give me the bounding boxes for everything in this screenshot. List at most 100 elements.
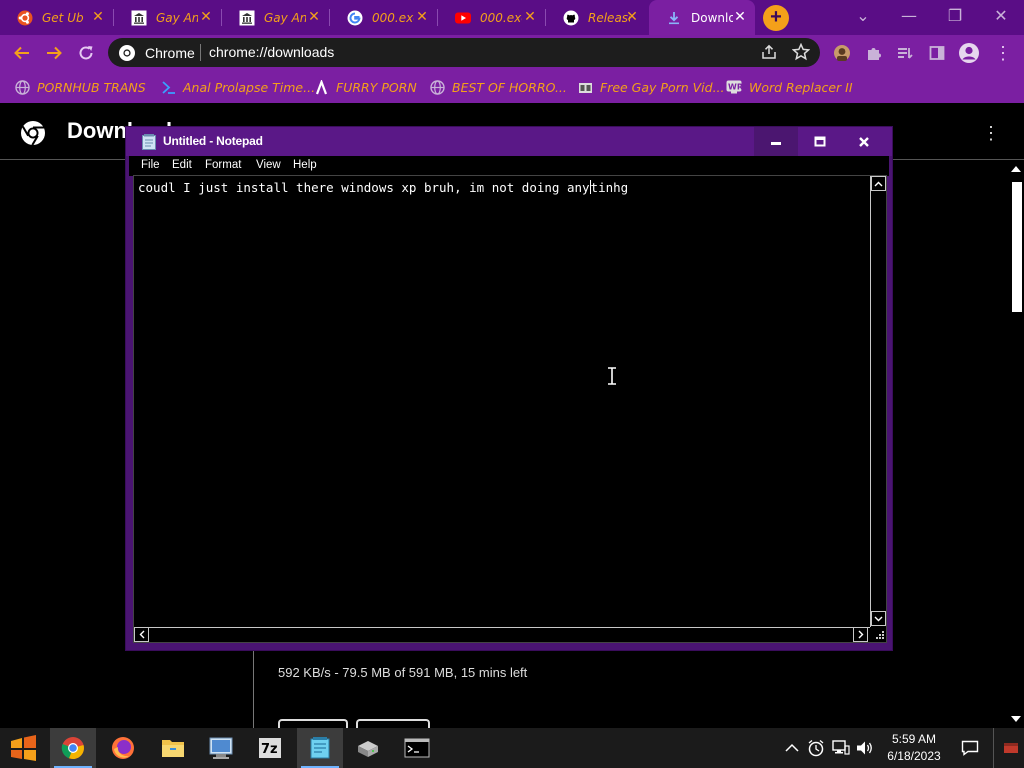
profile-avatar-icon[interactable] [956, 40, 982, 66]
menu-view[interactable]: View [256, 159, 281, 171]
taskbar-7zip[interactable]: 7z [247, 728, 293, 768]
tab-close-icon[interactable]: ✕ [415, 10, 429, 24]
chrome-menu-icon[interactable]: ⋮ [990, 40, 1016, 66]
tab-gay-an-1[interactable]: Gay An ✕ [114, 0, 221, 35]
minimize-window-button[interactable]: — [894, 4, 924, 30]
browser-toolbar: Chrome chrome://downloads ⋮ [0, 35, 1024, 71]
taskbar-drive[interactable] [345, 728, 391, 768]
scroll-left-arrow-icon[interactable] [134, 627, 149, 642]
scroll-down-arrow-icon[interactable] [871, 611, 886, 626]
resize-grip-icon[interactable] [871, 628, 886, 642]
text-after-caret: tinhg [590, 180, 629, 195]
side-panel-icon[interactable] [924, 40, 950, 66]
notepad-text-area[interactable]: coudl I just install there windows xp br… [133, 175, 887, 643]
scrollbar-thumb[interactable] [1012, 182, 1022, 312]
restore-window-button[interactable]: ❐ [940, 4, 970, 30]
tab-close-icon[interactable]: ✕ [199, 10, 213, 24]
tab-title: Gay An [264, 10, 306, 25]
notepad-title: Untitled - Notepad [163, 134, 263, 148]
tab-downloads[interactable]: Downloads ✕ [649, 0, 755, 35]
forward-button[interactable] [41, 40, 67, 66]
taskbar-chrome[interactable] [50, 728, 96, 768]
tab-title: Downloads [691, 10, 733, 25]
tab-gay-an-2[interactable]: Gay An ✕ [222, 0, 329, 35]
extensions-puzzle-icon[interactable] [861, 40, 887, 66]
taskbar-notepad[interactable] [297, 728, 343, 768]
page-menu-icon[interactable]: ⋮ [982, 123, 1000, 143]
firefox-icon [112, 737, 134, 759]
extension-avatar-icon[interactable] [829, 40, 855, 66]
new-tab-button[interactable]: + [763, 5, 789, 31]
taskbar-firefox[interactable] [100, 728, 146, 768]
bookmark-item[interactable]: WR Word Replacer II [726, 78, 853, 96]
share-icon[interactable] [760, 43, 778, 61]
network-icon[interactable] [831, 738, 851, 758]
scroll-up-arrow-icon[interactable] [871, 176, 886, 191]
notepad-titlebar[interactable]: Untitled - Notepad [126, 127, 892, 156]
clock-alarm-tray-icon[interactable] [806, 738, 826, 758]
tab-close-icon[interactable]: ✕ [307, 10, 321, 24]
menu-file[interactable]: File [141, 159, 160, 171]
bookmark-label: PORNHUB TRANS [37, 79, 146, 95]
bookmark-label: Free Gay Porn Vid... [600, 79, 725, 95]
menu-help[interactable]: Help [293, 159, 317, 171]
site-info-chip[interactable]: Chrome [118, 44, 195, 62]
reload-button[interactable] [73, 40, 99, 66]
bookmark-star-icon[interactable] [792, 43, 810, 61]
notepad-maximize-button[interactable] [798, 127, 842, 156]
show-desktop-divider [993, 728, 994, 768]
scroll-up-icon[interactable] [1011, 166, 1021, 172]
taskbar-control-panel[interactable] [198, 728, 244, 768]
notepad-close-button[interactable] [842, 127, 886, 156]
7zip-icon: 7z [259, 738, 281, 758]
bookmark-item[interactable]: FURRY PORN [313, 78, 417, 96]
notepad-vertical-scrollbar[interactable] [870, 176, 886, 627]
reading-list-icon[interactable] [892, 40, 918, 66]
scroll-down-icon[interactable] [1011, 716, 1021, 722]
show-desktop-icon[interactable] [1001, 738, 1021, 758]
back-button[interactable] [9, 40, 35, 66]
notepad-text[interactable]: coudl I just install there windows xp br… [138, 180, 628, 195]
museum-icon [239, 10, 255, 26]
tab-search-icon[interactable]: ⌄ [848, 4, 878, 30]
action-center-icon[interactable] [960, 738, 980, 758]
menu-edit[interactable]: Edit [172, 159, 192, 171]
menu-format[interactable]: Format [205, 159, 241, 171]
tab-close-icon[interactable]: ✕ [733, 10, 747, 24]
tab-000-exe-google[interactable]: 000.exe ✕ [330, 0, 437, 35]
url-text[interactable]: chrome://downloads [209, 44, 334, 60]
taskbar-terminal[interactable] [394, 728, 440, 768]
bookmark-item[interactable]: PORNHUB TRANS [14, 78, 146, 96]
notepad-minimize-button[interactable] [754, 127, 798, 156]
ubuntu-icon [17, 10, 33, 26]
tab-title: Gay An [156, 10, 198, 25]
address-bar[interactable]: Chrome chrome://downloads [108, 38, 820, 67]
close-window-button[interactable]: ✕ [986, 4, 1016, 30]
tab-get-ubuntu[interactable]: Get Ub ✕ [0, 0, 113, 35]
svg-text:WR: WR [728, 83, 742, 92]
svg-text:7z: 7z [261, 742, 278, 757]
tab-close-icon[interactable]: ✕ [523, 10, 537, 24]
bookmark-item[interactable]: Anal Prolapse Time... [160, 78, 315, 96]
notepad-horizontal-scrollbar[interactable] [134, 627, 870, 642]
bookmark-label: FURRY PORN [336, 79, 417, 95]
bookmark-item[interactable]: Free Gay Porn Vid... [577, 78, 725, 96]
taskbar-clock[interactable]: 5:59 AM 6/18/2023 [878, 731, 950, 765]
start-button[interactable] [0, 728, 46, 768]
notepad-app-icon [142, 134, 156, 150]
tab-close-icon[interactable]: ✕ [625, 10, 639, 24]
file-explorer-icon [162, 740, 184, 757]
drive-icon [358, 741, 378, 757]
tab-000-exe-youtube[interactable]: 000.exe ✕ [438, 0, 545, 35]
volume-icon[interactable] [855, 738, 875, 758]
tab-close-icon[interactable]: ✕ [91, 10, 105, 24]
bookmark-label: Anal Prolapse Time... [183, 79, 316, 95]
scroll-right-arrow-icon[interactable] [853, 627, 868, 642]
bookmark-item[interactable]: BEST OF HORRO... [429, 78, 567, 96]
page-scrollbar[interactable] [1009, 160, 1024, 728]
back-arrow-icon [14, 46, 29, 60]
taskbar-file-explorer[interactable] [150, 728, 196, 768]
show-hidden-icons[interactable] [782, 738, 802, 758]
download-icon [666, 10, 682, 26]
tab-releases[interactable]: Releases ✕ [546, 0, 647, 35]
